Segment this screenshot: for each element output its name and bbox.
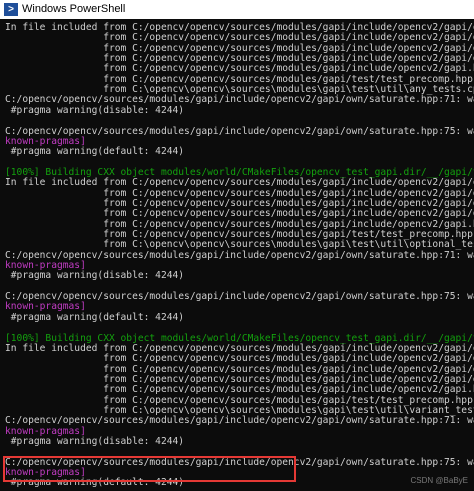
- console-line: from C:/opencv/opencv/sources/modules/ga…: [103, 208, 474, 220]
- console-line: from C:/opencv/opencv/sources/modules/ga…: [5, 384, 474, 396]
- console-line: [100%] Building CXX object modules/world…: [5, 332, 474, 344]
- console-line: #pragma warning(disable: 4244): [5, 104, 185, 116]
- console-line: from C:/opencv/opencv/sources/modules/ga…: [5, 229, 474, 240]
- console-line: from C:/opencv/opencv/sources/modules/ga…: [103, 197, 474, 209]
- console-line: from C:\opencv\opencv\sources\modules\ga…: [103, 239, 474, 251]
- console-line: #pragma warning(disable: 4244): [5, 270, 185, 282]
- console-line: C:/opencv/opencv/sources/modules/gapi/in…: [5, 94, 474, 106]
- console-line: from C:/opencv/opencv/sources/modules/ga…: [103, 353, 474, 365]
- console-line: from C:/opencv/opencv/sources/modules/ga…: [103, 363, 474, 375]
- console-line: #pragma warning(default: 4244): [5, 146, 185, 158]
- console-line: from C:/opencv/opencv/sources/modules/ga…: [5, 394, 474, 406]
- title-bar: > Windows PowerShell: [0, 0, 474, 19]
- console-line: from C:/opencv/opencv/sources/modules/ga…: [103, 32, 474, 44]
- console-output[interactable]: In file included from C:/opencv/opencv/s…: [0, 19, 474, 491]
- console-line: C:/opencv/opencv/sources/modules/gapi/in…: [5, 125, 474, 137]
- console-line: from C:/opencv/opencv/sources/modules/ga…: [5, 218, 474, 230]
- console-line: known-pragmas]: [5, 260, 86, 272]
- watermark: CSDN @BaByE: [410, 476, 468, 485]
- console-line: In file included from C:/opencv/opencv/s…: [5, 342, 474, 354]
- console-line: from C:/opencv/opencv/sources/modules/ga…: [103, 187, 474, 199]
- console-line: In file included from C:/opencv/opencv/s…: [5, 177, 474, 189]
- console-line: from C:/opencv/opencv/sources/modules/ga…: [103, 42, 474, 54]
- console-line: [100%] Building CXX object modules/world…: [5, 166, 474, 178]
- console-line: from C:/opencv/opencv/sources/modules/ga…: [103, 373, 474, 385]
- console-line: C:/opencv/opencv/sources/modules/gapi/in…: [5, 249, 474, 261]
- console-line: from C:/opencv/opencv/sources/modules/ga…: [103, 53, 474, 65]
- highlight-box: [3, 456, 296, 482]
- console-line: known-pragmas]: [5, 135, 86, 147]
- console-line: from C:\opencv\opencv\sources\modules\ga…: [5, 404, 474, 416]
- console-line: C:/opencv/opencv/sources/modules/gapi/in…: [5, 291, 474, 303]
- window-title: Windows PowerShell: [22, 3, 126, 15]
- console-line: In file included from C:/opencv/opencv/s…: [5, 22, 474, 33]
- console-line: from C:/opencv/opencv/sources/modules/ga…: [5, 63, 474, 75]
- console-line: #pragma warning(disable: 4244): [5, 436, 185, 447]
- console-line: from C:/opencv/opencv/sources/modules/ga…: [5, 73, 474, 85]
- powershell-icon: >: [4, 3, 18, 16]
- console-line: known-pragmas]: [5, 301, 86, 313]
- console-line: C:/opencv/opencv/sources/modules/gapi/in…: [5, 415, 474, 427]
- console-line: from C:\opencv\opencv\sources\modules\ga…: [5, 84, 474, 96]
- console-line: #pragma warning(default: 4244): [5, 311, 185, 323]
- console-line: known-pragmas]: [5, 425, 86, 437]
